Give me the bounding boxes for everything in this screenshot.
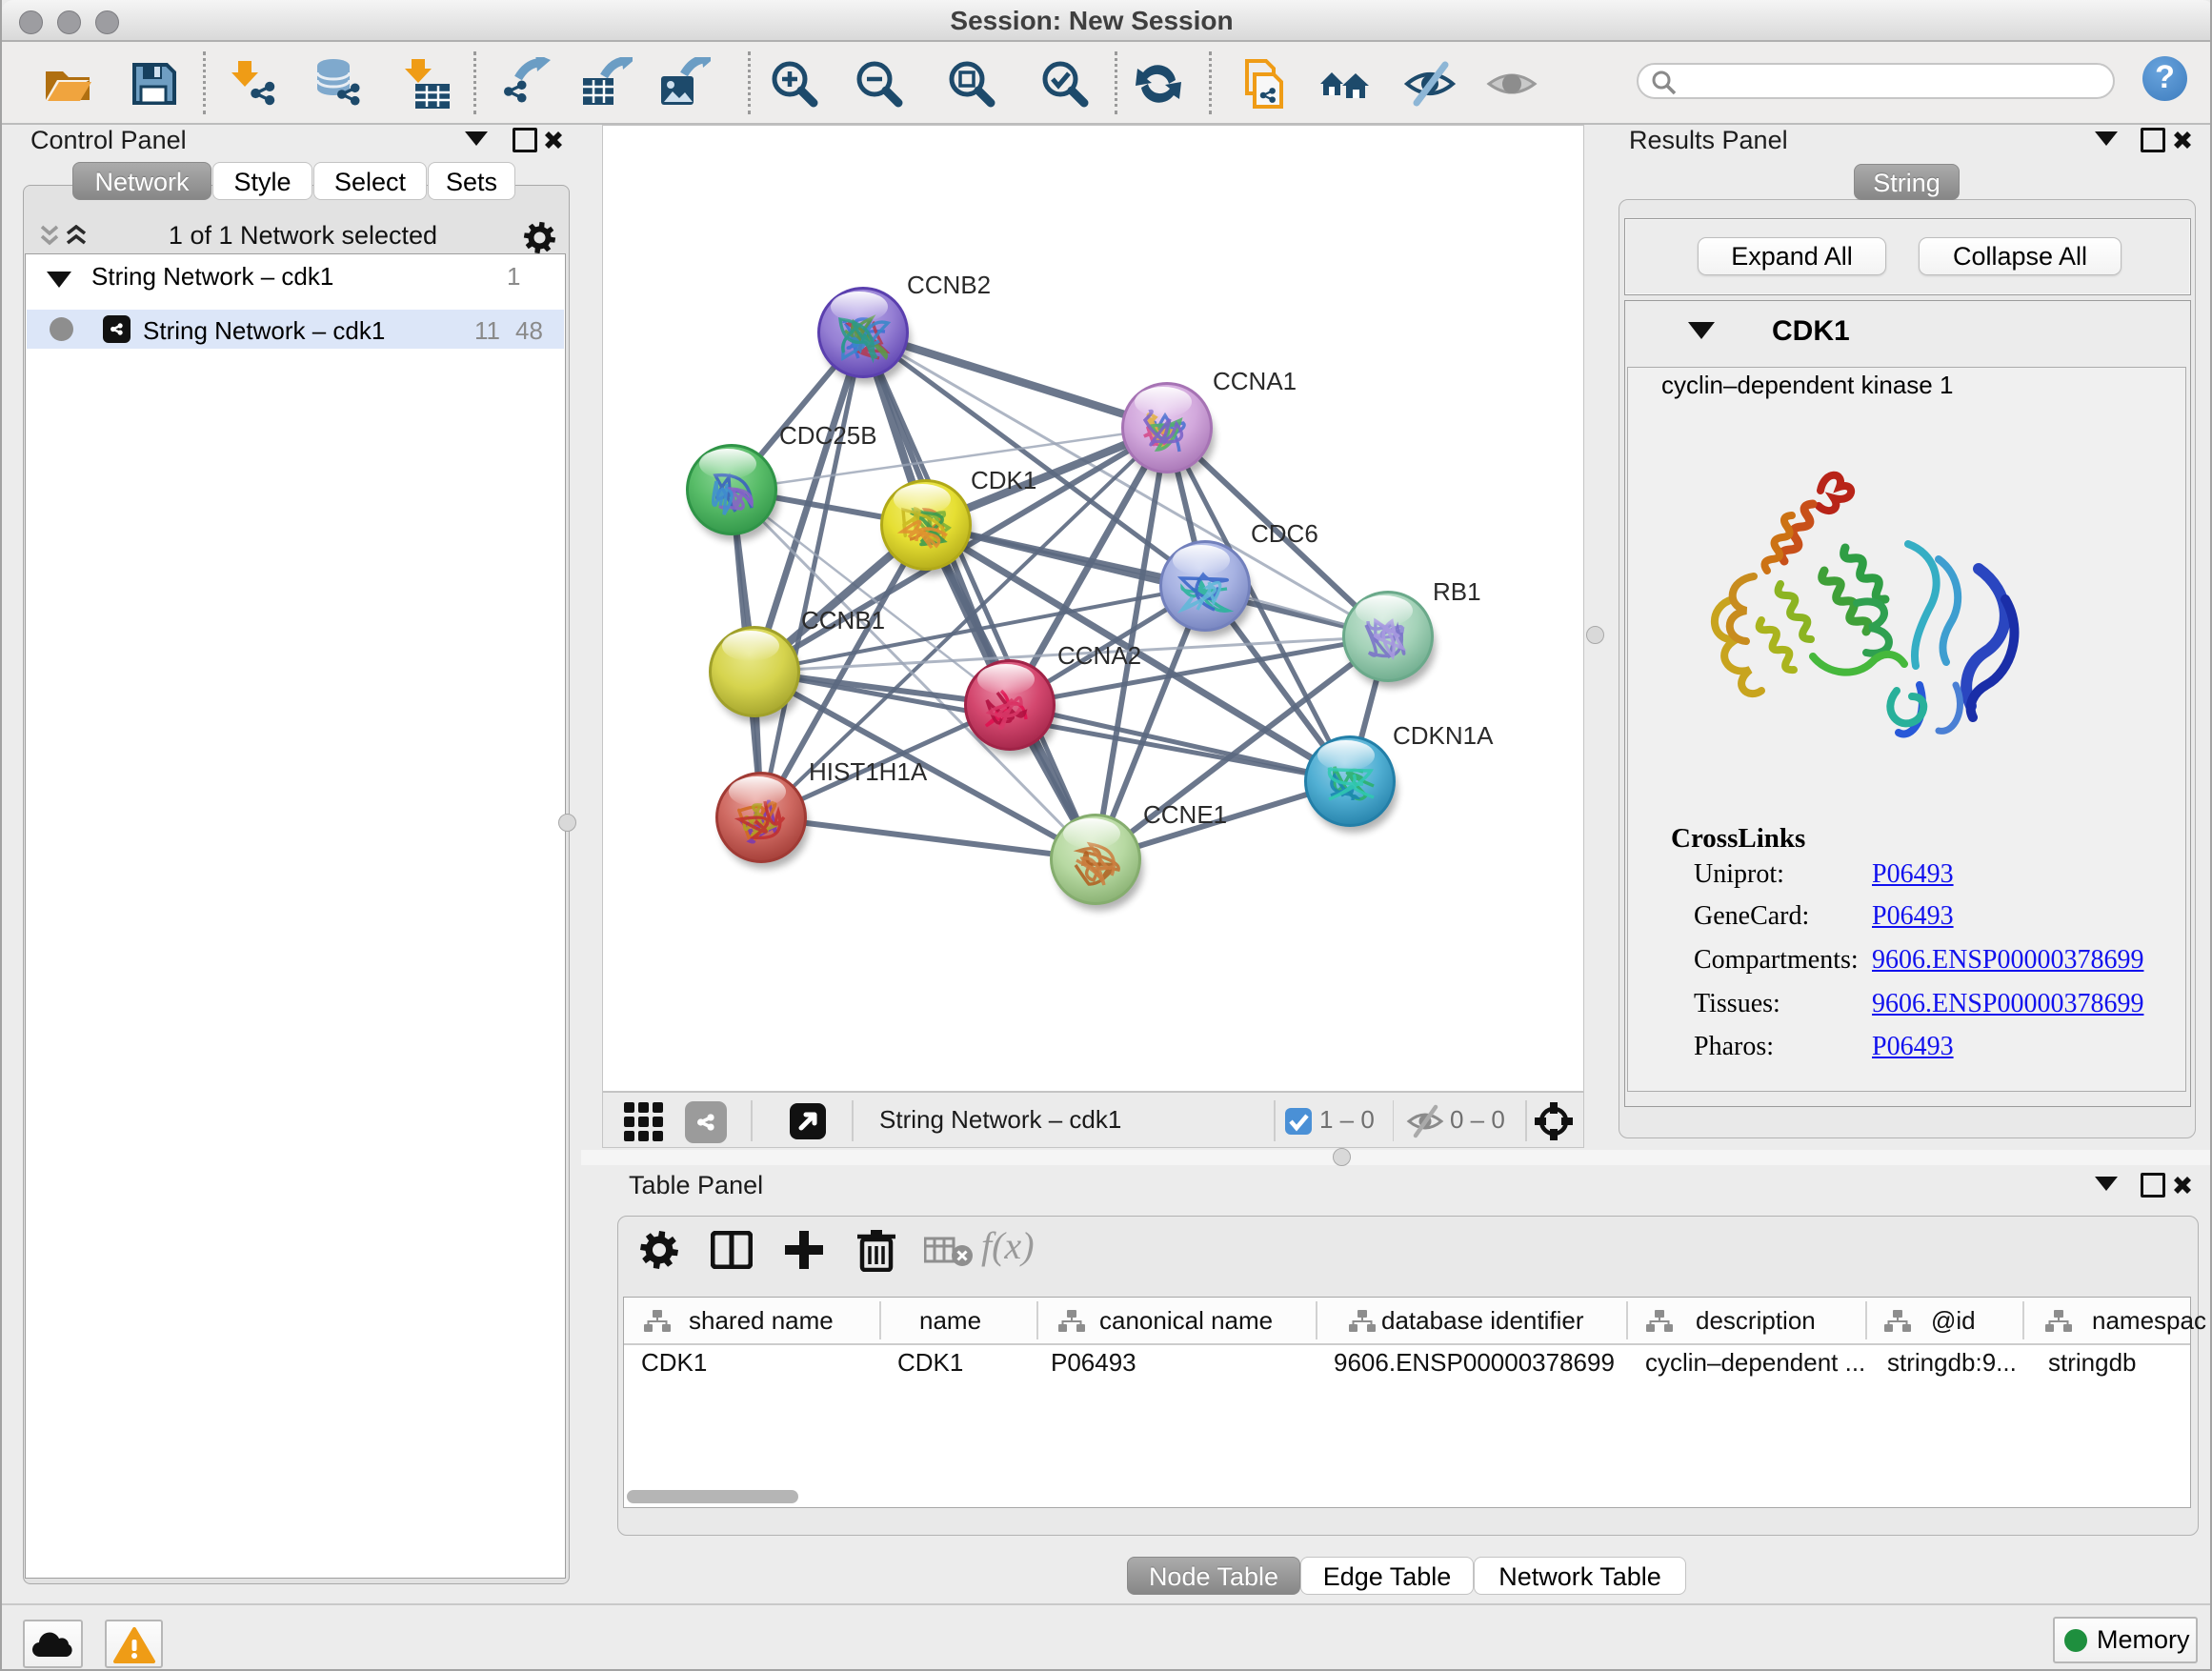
svg-text:CDC25B: CDC25B — [779, 421, 877, 450]
svg-text:HIST1H1A: HIST1H1A — [809, 757, 928, 786]
svg-text:CDKN1A: CDKN1A — [1393, 721, 1494, 750]
svg-text:CDC6: CDC6 — [1251, 519, 1318, 548]
svg-text:CCNE1: CCNE1 — [1143, 800, 1227, 829]
svg-text:CCNA1: CCNA1 — [1213, 367, 1297, 395]
svg-text:CDK1: CDK1 — [971, 466, 1036, 494]
svg-text:RB1: RB1 — [1433, 577, 1481, 606]
svg-text:CCNB1: CCNB1 — [801, 606, 885, 634]
svg-text:CCNB2: CCNB2 — [907, 271, 991, 299]
svg-text:CCNA2: CCNA2 — [1057, 641, 1141, 670]
